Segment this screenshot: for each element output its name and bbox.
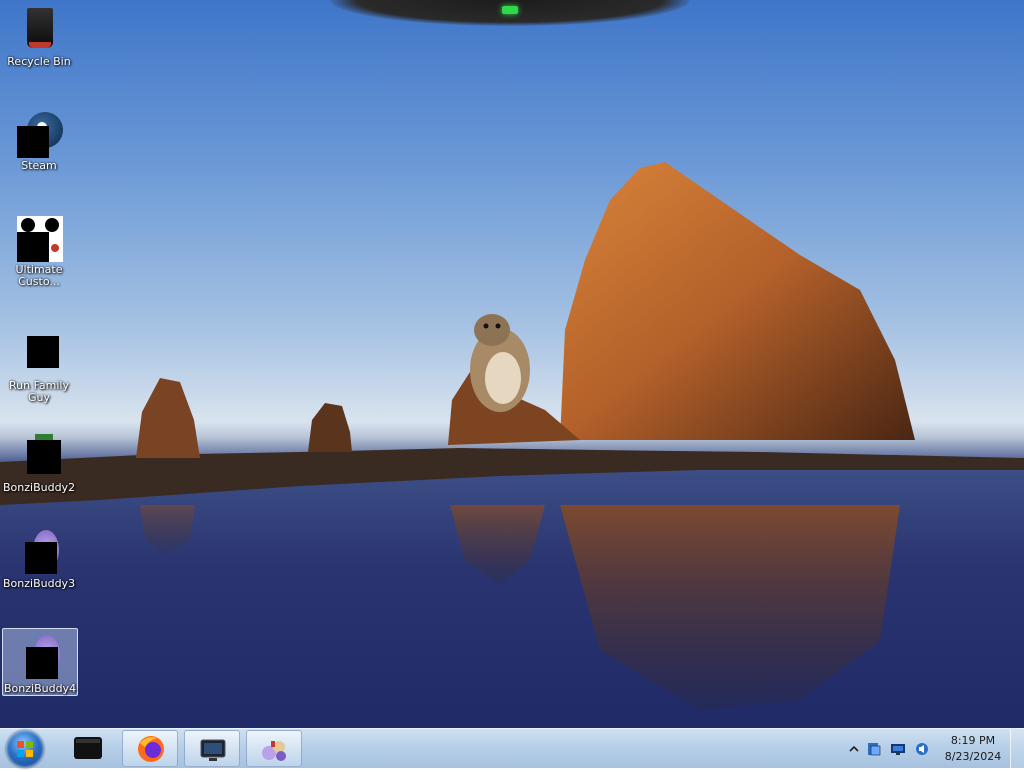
taskbar-firefox-button[interactable] <box>122 730 178 767</box>
recycle-bin-icon <box>15 6 63 54</box>
start-orb-icon[interactable] <box>6 730 44 768</box>
clock-date: 8/23/2024 <box>944 750 1002 763</box>
desktop-icon-bonzibuddy4[interactable]: BonziBuddy4 <box>2 628 78 696</box>
taskbar-bonzi-app-button[interactable] <box>246 730 302 767</box>
desktop[interactable]: Recycle Bin Steam Ultimate Custo... Run … <box>0 0 1024 728</box>
desktop-icon-ultimate-custom-night[interactable]: Ultimate Custo... <box>2 210 76 288</box>
desktop-icon-recycle-bin[interactable]: Recycle Bin <box>2 2 76 68</box>
monitor-app-icon <box>200 739 226 761</box>
taskbar-monitor-app-button[interactable] <box>184 730 240 767</box>
desktop-icon-label: BonziBuddy2 <box>3 481 76 494</box>
desktop-icon-label: Run Family Guy <box>9 379 69 404</box>
network-icon[interactable] <box>866 741 882 757</box>
desktop-icon-label: Ultimate Custo... <box>15 263 63 288</box>
status-led-icon <box>502 6 518 14</box>
ultimate-custom-night-icon <box>15 214 63 262</box>
family-guy-icon <box>15 330 63 378</box>
dark-app-icon <box>74 737 102 759</box>
display-icon[interactable] <box>890 741 906 757</box>
clock-time: 8:19 PM <box>950 734 996 747</box>
taskbar: 8:19 PM 8/23/2024 <box>0 728 1024 769</box>
taskbar-clock[interactable]: 8:19 PM 8/23/2024 <box>940 733 1006 765</box>
bonzibuddy-icon <box>16 633 64 681</box>
wallpaper-image <box>0 162 1024 710</box>
volume-icon[interactable] <box>914 741 930 757</box>
steam-icon <box>15 110 63 158</box>
desktop-icon-label: BonziBuddy3 <box>3 577 76 590</box>
desktop-icon-label: Recycle Bin <box>7 55 71 68</box>
show-desktop-button[interactable] <box>1010 729 1024 769</box>
bonzi-app-icon <box>262 741 286 761</box>
desktop-icon-steam[interactable]: Steam <box>2 106 76 172</box>
bonzibuddy-icon <box>15 528 63 576</box>
bonzibuddy-icon <box>15 432 63 480</box>
show-hidden-icons-chevron-icon[interactable] <box>846 741 862 757</box>
desktop-icon-run-family-guy[interactable]: Run Family Guy <box>2 326 76 404</box>
desktop-icon-bonzibuddy3[interactable]: BonziBuddy3 <box>2 524 76 590</box>
taskbar-dark-app-button[interactable] <box>60 730 116 767</box>
desktop-icon-label: BonziBuddy4 <box>4 682 77 695</box>
firefox-icon <box>138 736 164 762</box>
desktop-icon-label: Steam <box>21 159 57 172</box>
desktop-icon-bonzibuddy2[interactable]: BonziBuddy2 <box>2 428 76 494</box>
